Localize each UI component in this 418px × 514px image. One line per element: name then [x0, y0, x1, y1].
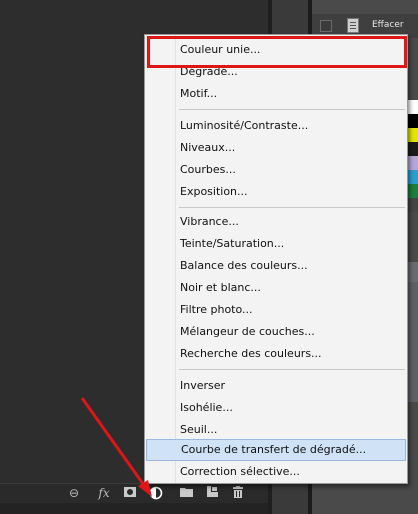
menu-item-inverser[interactable]: Inverser — [146, 375, 406, 397]
menu-item-label: Motif... — [180, 87, 218, 100]
new-layer-icon[interactable] — [204, 486, 220, 500]
menu-item-courbes[interactable]: Courbes... — [146, 159, 406, 181]
menu-item-recherche-couleurs[interactable]: Recherche des couleurs... — [146, 343, 406, 365]
annotation-highlight-box — [147, 36, 407, 68]
menu-item-niveaux[interactable]: Niveaux... — [146, 137, 406, 159]
menu-item-exposition[interactable]: Exposition... — [146, 181, 406, 203]
bottom-scroll-area — [0, 503, 268, 514]
adjustment-layer-menu: Couleur unie... Dégradé... Motif... Lumi… — [144, 34, 408, 484]
menu-separator — [179, 207, 405, 208]
menu-item-noir-et-blanc[interactable]: Noir et blanc... — [146, 277, 406, 299]
menu-item-label: Courbe de transfert de dégradé... — [181, 443, 367, 456]
menu-item-label: Filtre photo... — [180, 303, 253, 316]
effacer-label: Effacer — [372, 20, 404, 30]
adjustment-icon[interactable] — [146, 486, 166, 503]
menu-item-label: Seuil... — [180, 423, 218, 436]
mask-icon[interactable] — [122, 486, 138, 500]
menu-item-filtre-photo[interactable]: Filtre photo... — [146, 299, 406, 321]
menu-item-label: Niveaux... — [180, 141, 236, 154]
menu-item-balance-couleurs[interactable]: Balance des couleurs... — [146, 255, 406, 277]
folder-icon[interactable] — [178, 486, 194, 500]
menu-item-label: Balance des couleurs... — [180, 259, 308, 272]
menu-item-label: Vibrance... — [180, 215, 239, 228]
menu-item-label: Mélangeur de couches... — [180, 325, 315, 338]
menu-separator — [179, 369, 405, 370]
menu-item-label: Inverser — [180, 379, 226, 392]
menu-item-luminosite-contraste[interactable]: Luminosité/Contraste... — [146, 115, 406, 137]
menu-item-label: Exposition... — [180, 185, 248, 198]
menu-item-correction-selective[interactable]: Correction sélective... — [146, 461, 406, 483]
menu-item-label: Correction sélective... — [180, 465, 300, 478]
menu-item-isohelie[interactable]: Isohélie... — [146, 397, 406, 419]
menu-item-motif[interactable]: Motif... — [146, 83, 406, 105]
effacer-checkbox[interactable] — [320, 20, 332, 32]
menu-item-label: Noir et blanc... — [180, 281, 261, 294]
menu-item-melangeur-couches[interactable]: Mélangeur de couches... — [146, 321, 406, 343]
menu-item-teinte-saturation[interactable]: Teinte/Saturation... — [146, 233, 406, 255]
trash-icon[interactable] — [230, 486, 246, 501]
menu-item-label: Isohélie... — [180, 401, 233, 414]
menu-separator — [179, 109, 405, 110]
document-icon — [347, 18, 359, 33]
link-icon[interactable]: ⊖ — [66, 486, 82, 500]
menu-item-vibrance[interactable]: Vibrance... — [146, 211, 406, 233]
menu-item-label: Recherche des couleurs... — [180, 347, 322, 360]
fx-icon[interactable]: fx — [94, 486, 114, 500]
menu-item-courbe-transfert-degrade[interactable]: Courbe de transfert de dégradé... — [146, 439, 406, 461]
menu-item-seuil[interactable]: Seuil... — [146, 419, 406, 441]
menu-item-label: Courbes... — [180, 163, 236, 176]
menu-item-label: Teinte/Saturation... — [180, 237, 285, 250]
menu-item-label: Luminosité/Contraste... — [180, 119, 309, 132]
